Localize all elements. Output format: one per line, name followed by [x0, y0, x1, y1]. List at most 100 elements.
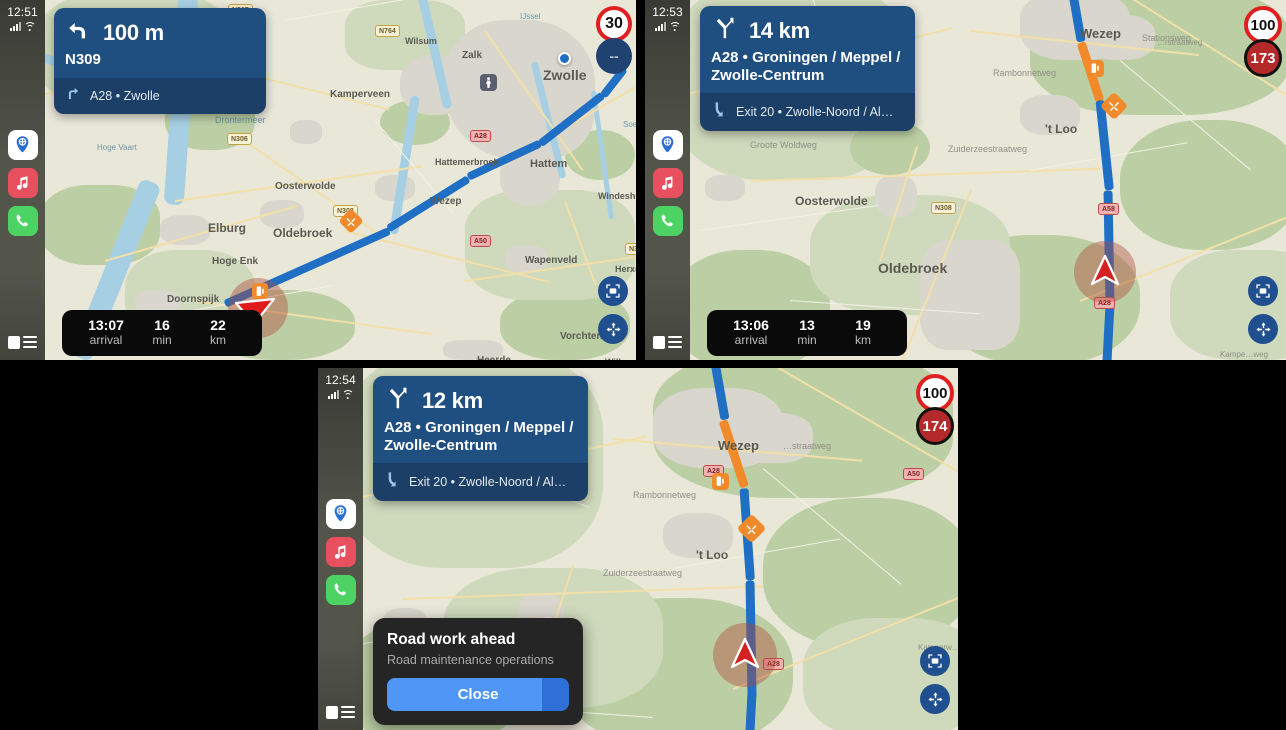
maps-app-icon[interactable]: [7, 129, 38, 160]
road-shield: A58: [1098, 203, 1119, 215]
carplay-panel-3: Wezep …straatweg Rambonnetweg't Loo Zuiderz…: [318, 368, 958, 730]
eta-label: arrival: [89, 332, 123, 347]
distance-to-maneuver: 12 km: [422, 387, 483, 413]
fuel-poi-icon[interactable]: [1087, 60, 1104, 77]
turn-left-icon: [65, 17, 91, 48]
eta-value: 13: [799, 316, 815, 333]
eta-label: km: [855, 332, 871, 347]
street-name: N309: [65, 51, 101, 68]
road-shield: A28: [470, 130, 491, 142]
current-speed-badge: --: [596, 38, 632, 74]
eta-cell: 16 min: [134, 317, 190, 347]
street-name: A28 • Groningen / Meppel / Zwolle-Centru…: [711, 49, 901, 84]
carplay-sidebar-3: 12:54: [318, 368, 363, 730]
road-shield: A50: [903, 468, 924, 480]
app-icons-2: [652, 129, 683, 236]
dashboard-button[interactable]: [325, 704, 356, 720]
close-button-label: Close: [457, 686, 499, 703]
music-app-icon[interactable]: [325, 536, 356, 567]
cellular-signal-icon: [9, 22, 21, 31]
carplay-panel-2: Wezep Stationsweg't Loo Rambonnetweg …rstra…: [645, 0, 1286, 360]
distance-to-maneuver: 100 m: [103, 19, 164, 45]
clock: 12:51: [7, 5, 38, 19]
eta-value: 22: [210, 316, 226, 333]
phone-app-icon[interactable]: [325, 574, 356, 605]
carplay-sidebar-2: 12:53: [645, 0, 690, 360]
dashboard-button[interactable]: [652, 334, 683, 350]
wifi-icon: [23, 22, 36, 32]
app-icons-1: [7, 129, 38, 236]
exit-right-icon: [384, 471, 399, 493]
turn-right-icon: [65, 86, 80, 106]
recenter-frame-button-3[interactable]: [920, 646, 950, 676]
pedestrian-poi-icon[interactable]: [480, 74, 497, 91]
eta-label: min: [152, 332, 172, 347]
road-shield: N764: [375, 25, 400, 37]
recenter-frame-button-2[interactable]: [1248, 276, 1278, 306]
dialog-subtitle: Road maintenance operations: [387, 653, 554, 667]
eta-bar-2[interactable]: 13:06 arrival 13 min 19 km: [707, 309, 907, 356]
road-work-alert-dialog: Road work ahead Road maintenance operati…: [373, 618, 583, 725]
destination-dot: [558, 52, 571, 65]
speed-limit-badge: 30: [596, 6, 632, 42]
next-maneuver-text: Exit 20 • Zwolle-Noord / Al…: [409, 475, 567, 490]
eta-value: 16: [154, 316, 170, 333]
eta-value: 13:07: [88, 316, 124, 333]
pan-button-1[interactable]: [598, 314, 628, 344]
eta-value: 19: [855, 316, 871, 333]
clock: 12:53: [652, 5, 683, 19]
road-shield: N306: [227, 133, 252, 145]
nav-banner-1[interactable]: 100 m N309 A28 • Zwolle: [54, 8, 266, 114]
fork-right-icon: [384, 385, 410, 416]
music-app-icon[interactable]: [7, 167, 38, 198]
recenter-frame-button-1[interactable]: [598, 276, 628, 306]
dashboard-button[interactable]: [7, 334, 38, 350]
eta-label: arrival: [734, 332, 768, 347]
speed-badges-1: 30 --: [596, 6, 632, 74]
fork-right-icon: [711, 15, 737, 46]
next-maneuver-text: A28 • Zwolle: [90, 88, 160, 103]
status-bar-1: 12:51: [0, 0, 45, 32]
eta-label: km: [210, 332, 226, 347]
cellular-signal-icon: [654, 22, 666, 31]
app-icons-3: [325, 498, 356, 605]
nav-banner-2[interactable]: 14 km A28 • Groningen / Meppel / Zwolle-…: [700, 6, 915, 132]
status-bar-3: 12:54: [318, 368, 363, 400]
current-speed-badge: 174: [916, 407, 954, 445]
speed-badges-2: 100 173: [1244, 6, 1282, 77]
clock: 12:54: [325, 373, 356, 387]
phone-app-icon[interactable]: [7, 205, 38, 236]
pan-button-3[interactable]: [920, 684, 950, 714]
maps-app-icon[interactable]: [652, 129, 683, 160]
eta-cell: 13:06 arrival: [723, 317, 779, 347]
vehicle-marker: [729, 636, 761, 677]
music-app-icon[interactable]: [652, 167, 683, 198]
next-maneuver-text: Exit 20 • Zwolle-Noord / Al…: [736, 105, 894, 120]
road-shield: N337: [625, 243, 636, 255]
vehicle-marker: [1089, 253, 1121, 294]
phone-app-icon[interactable]: [652, 205, 683, 236]
wifi-icon: [341, 390, 354, 400]
road-shield: A50: [470, 235, 491, 247]
pan-button-2[interactable]: [1248, 314, 1278, 344]
speed-badges-3: 100 174: [916, 374, 954, 445]
status-bar-2: 12:53: [645, 0, 690, 32]
exit-right-icon: [711, 101, 726, 123]
distance-to-maneuver: 14 km: [749, 17, 810, 43]
fuel-poi-icon[interactable]: [712, 473, 729, 490]
eta-value: 13:06: [733, 316, 769, 333]
nav-banner-3[interactable]: 12 km A28 • Groningen / Meppel / Zwolle-…: [373, 376, 588, 502]
eta-cell: 19 km: [835, 317, 891, 347]
maps-app-icon[interactable]: [325, 498, 356, 529]
eta-cell: 22 km: [190, 317, 246, 347]
eta-bar-1[interactable]: 13:07 arrival 16 min 22 km: [62, 309, 262, 356]
eta-cell: 13 min: [779, 317, 835, 347]
eta-label: min: [797, 332, 817, 347]
road-shield: N308: [931, 202, 956, 214]
cellular-signal-icon: [327, 390, 339, 399]
close-button[interactable]: Close: [387, 678, 569, 711]
dialog-title: Road work ahead: [387, 631, 516, 648]
carplay-sidebar-1: 12:51: [0, 0, 45, 360]
carplay-panel-1: WilsumZalkZwolleKamperveenWijthmenDronte…: [0, 0, 636, 360]
eta-cell: 13:07 arrival: [78, 317, 134, 347]
